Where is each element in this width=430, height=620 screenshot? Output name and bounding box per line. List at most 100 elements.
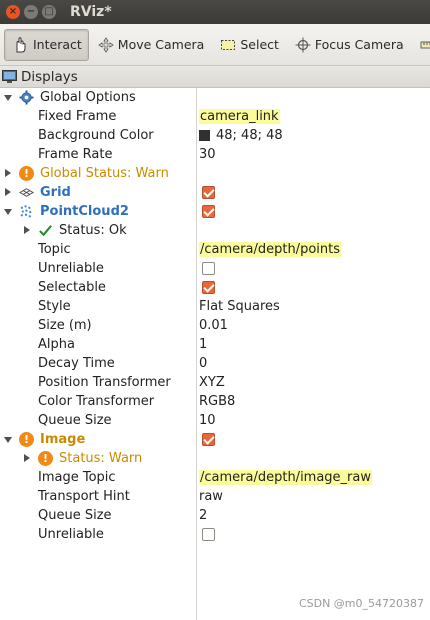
window-title: RViz* (70, 4, 112, 20)
image-enabled-checkbox[interactable] (202, 430, 215, 449)
global-options-label: Global Options (40, 90, 136, 105)
move-camera-label: Move Camera (117, 37, 205, 52)
tree-row-image-topic[interactable]: Image Topic /camera/depth/image_raw (0, 468, 430, 487)
pointcloud2-label: PointCloud2 (40, 204, 129, 219)
unreliable-label: Unreliable (38, 261, 104, 276)
title-bar: × − □ RViz* (0, 0, 430, 24)
selectable-checkbox[interactable] (202, 278, 215, 297)
image-unreliable-checkbox[interactable] (202, 525, 215, 544)
tree-row-alpha[interactable]: Alpha 1 (0, 335, 430, 354)
checkbox-checked (202, 205, 215, 218)
tree-row-decay-time[interactable]: Decay Time 0 (0, 354, 430, 373)
tree-row-background-color[interactable]: Background Color 48; 48; 48 (0, 126, 430, 145)
image-topic-label: Image Topic (38, 470, 116, 485)
unreliable-checkbox[interactable] (202, 259, 215, 278)
tree-row-image-unreliable[interactable]: Unreliable (0, 525, 430, 544)
close-window-button[interactable]: × (6, 5, 20, 19)
tree-row-position-transformer[interactable]: Position Transformer XYZ (0, 373, 430, 392)
queue-size-value[interactable]: 10 (199, 411, 216, 430)
watermark-text: CSDN @m0_54720387 (298, 597, 424, 610)
image-queue-size-value[interactable]: 2 (199, 506, 207, 525)
image-unreliable-label: Unreliable (38, 527, 104, 542)
fixed-frame-label: Fixed Frame (38, 109, 117, 124)
tree-row-global-status[interactable]: ! Global Status: Warn (0, 164, 430, 183)
checkbox-checked (202, 186, 215, 199)
expand-arrow-icon[interactable] (4, 95, 12, 101)
expand-arrow-icon[interactable] (4, 437, 12, 443)
gear-icon (19, 90, 34, 105)
style-label: Style (38, 299, 71, 314)
checkbox-checked (202, 433, 215, 446)
displays-panel-header: Displays (0, 66, 430, 88)
background-color-value[interactable]: 48; 48; 48 (199, 126, 283, 145)
tree-row-color-transformer[interactable]: Color Transformer RGB8 (0, 392, 430, 411)
minimize-window-button[interactable]: − (24, 5, 38, 19)
displays-tree: Global Options Fixed Frame camera_link B… (0, 88, 430, 620)
tree-row-transport-hint[interactable]: Transport Hint raw (0, 487, 430, 506)
color-transformer-value[interactable]: RGB8 (199, 392, 235, 411)
frame-rate-value[interactable]: 30 (199, 145, 216, 164)
size-value[interactable]: 0.01 (199, 316, 228, 335)
transport-hint-label: Transport Hint (38, 489, 130, 504)
tree-row-fixed-frame[interactable]: Fixed Frame camera_link (0, 107, 430, 126)
warning-icon: ! (19, 166, 34, 181)
tree-row-queue-size[interactable]: Queue Size 10 (0, 411, 430, 430)
grid-icon (19, 188, 34, 197)
tree-row-image-status[interactable]: ! Status: Warn (0, 449, 430, 468)
tools-toolbar: Interact Move Camera Select Focus Camera… (0, 24, 430, 66)
image-status-label: Status: Warn (59, 451, 143, 466)
checkbox-unchecked (202, 528, 215, 541)
topic-label: Topic (38, 242, 71, 257)
maximize-window-button[interactable]: □ (42, 5, 56, 19)
position-transformer-label: Position Transformer (38, 375, 171, 390)
color-swatch (199, 130, 210, 141)
alpha-value[interactable]: 1 (199, 335, 207, 354)
tree-row-topic[interactable]: Topic /camera/depth/points (0, 240, 430, 259)
topic-value[interactable]: /camera/depth/points (199, 240, 341, 259)
tree-row-size[interactable]: Size (m) 0.01 (0, 316, 430, 335)
expand-arrow-icon[interactable] (24, 226, 30, 234)
interact-tool-button[interactable]: Interact (4, 28, 89, 61)
queue-size-label: Queue Size (38, 413, 112, 428)
fixed-frame-value[interactable]: camera_link (199, 107, 280, 126)
tree-row-unreliable[interactable]: Unreliable (0, 259, 430, 278)
tree-row-style[interactable]: Style Flat Squares (0, 297, 430, 316)
position-transformer-value[interactable]: XYZ (199, 373, 225, 392)
grid-enabled-checkbox[interactable] (202, 183, 215, 202)
tree-row-image-queue-size[interactable]: Queue Size 2 (0, 506, 430, 525)
hand-pointer-icon (16, 36, 26, 52)
measure-tool-button[interactable]: Me (413, 29, 430, 61)
focus-camera-tool-button[interactable]: Focus Camera (288, 29, 411, 61)
move-camera-tool-button[interactable]: Move Camera (91, 29, 212, 61)
select-rectangle-icon (221, 39, 236, 50)
monitor-icon (2, 69, 17, 83)
pointcloud-icon (20, 205, 32, 218)
background-color-label: Background Color (38, 128, 154, 143)
pointcloud2-enabled-checkbox[interactable] (202, 202, 215, 221)
focus-camera-label: Focus Camera (314, 37, 404, 52)
alpha-label: Alpha (38, 337, 75, 352)
tree-row-frame-rate[interactable]: Frame Rate 30 (0, 145, 430, 164)
decay-time-value[interactable]: 0 (199, 354, 207, 373)
image-topic-value[interactable]: /camera/depth/image_raw (199, 468, 372, 487)
tree-row-grid[interactable]: Grid (0, 183, 430, 202)
tree-row-pointcloud-status[interactable]: Status: Ok (0, 221, 430, 240)
select-tool-button[interactable]: Select (213, 29, 286, 61)
move-camera-icon (98, 36, 114, 53)
tree-row-pointcloud2[interactable]: PointCloud2 (0, 202, 430, 221)
tree-row-selectable[interactable]: Selectable (0, 278, 430, 297)
measure-ruler-icon (420, 41, 430, 48)
warning-icon: ! (19, 432, 34, 447)
decay-time-label: Decay Time (38, 356, 115, 371)
tree-row-image[interactable]: ! Image (0, 430, 430, 449)
expand-arrow-icon[interactable] (5, 169, 11, 177)
transport-hint-value[interactable]: raw (199, 487, 223, 506)
tree-row-global-options[interactable]: Global Options (0, 88, 430, 107)
size-label: Size (m) (38, 318, 92, 333)
expand-arrow-icon[interactable] (4, 209, 12, 215)
expand-arrow-icon[interactable] (5, 188, 11, 196)
check-icon (39, 225, 52, 237)
style-value[interactable]: Flat Squares (199, 297, 280, 316)
pointcloud-status-label: Status: Ok (59, 223, 127, 238)
expand-arrow-icon[interactable] (24, 454, 30, 462)
